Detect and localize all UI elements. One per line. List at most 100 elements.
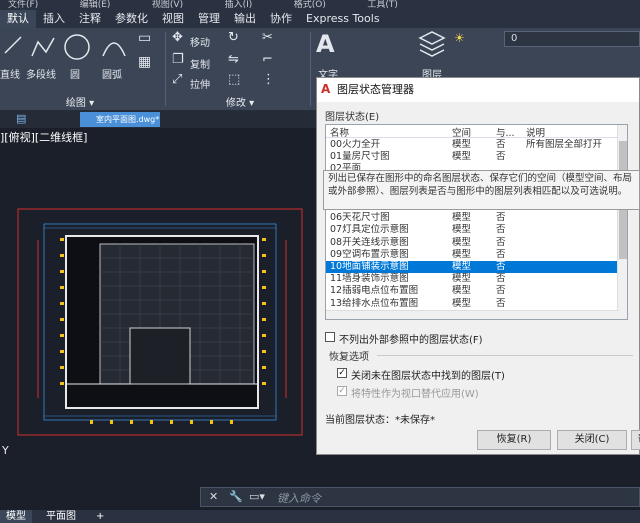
dialog-title-bar[interactable]: A 图层状态管理器 — [317, 78, 639, 102]
row-space: 模型 — [452, 139, 472, 150]
tab-output[interactable]: 输出 — [227, 10, 263, 28]
row-name: 11墙身装饰示意图 — [330, 273, 409, 285]
column-match[interactable]: 与... — [496, 125, 515, 139]
menu-item[interactable]: 编辑(E) — [80, 0, 111, 10]
row-space: 模型 — [452, 261, 472, 272]
layer-properties-icon[interactable] — [418, 30, 446, 58]
column-description[interactable]: 说明 — [526, 125, 545, 139]
layer-states-list[interactable]: 名称 空间 与... 说明 00火力全开 模型否所有图层全部打开 01量房尺寸图 模型… — [325, 124, 628, 320]
row-space: 模型 — [452, 212, 472, 224]
table-row[interactable]: 12插弱电点位布置图 模型 否 — [326, 285, 619, 297]
no-xref-label: 不列出外部参照中的图层状态(F) — [339, 335, 483, 346]
app-menu-icon[interactable]: ▤ — [16, 112, 26, 125]
copy-label[interactable]: 复制 — [190, 56, 210, 71]
text-icon[interactable]: A — [316, 30, 335, 58]
circle-label: 圆 — [70, 70, 80, 81]
table-row[interactable]: 13给排水点位布置图 模型 否 — [326, 298, 619, 310]
row-name: 10地面铺装示意图 — [330, 261, 409, 272]
add-layout-icon[interactable]: + — [90, 510, 110, 523]
close-icon[interactable]: ✕ — [209, 490, 218, 503]
document-tab[interactable]: 室内平面图.dwg* — [80, 112, 160, 127]
stretch-icon[interactable]: ⤢ — [172, 72, 182, 87]
line-label: 直线 — [0, 70, 20, 81]
tab-collaborate[interactable]: 协作 — [263, 10, 299, 28]
tab-model[interactable]: 模型 — [0, 510, 32, 523]
close-button[interactable]: 关闭(C) — [557, 430, 627, 450]
mirror-icon[interactable]: ⇋ — [228, 52, 239, 67]
move-icon[interactable]: ✥ — [172, 30, 183, 45]
table-row[interactable]: 06天花尺寸图 模型 否 — [326, 212, 619, 224]
help-button[interactable]: 帮助(H) — [631, 430, 640, 450]
circle-icon[interactable] — [62, 32, 92, 62]
menu-item[interactable]: 文件(F) — [8, 0, 38, 10]
menu-item[interactable]: 格式(O) — [294, 0, 326, 10]
column-name[interactable]: 名称 — [330, 125, 349, 139]
modify-group-footer[interactable]: 修改 ▾ — [170, 94, 310, 110]
vertical-scrollbar[interactable] — [617, 125, 627, 319]
menu-bar: 文件(F) 编辑(E) 视图(V) 插入(I) 格式(O) 工具(T) — [0, 0, 640, 10]
table-row[interactable]: 09空调布置示意图 模型 否 — [326, 249, 619, 261]
draw-group-footer[interactable]: 绘图 ▾ — [0, 94, 160, 110]
restore-options-section: 恢复选项 — [329, 352, 369, 363]
row-name: 00火力全开 — [330, 139, 381, 150]
table-row[interactable]: 08开关连线示意图 模型 否 — [326, 237, 619, 249]
row-match: 否 — [496, 248, 506, 260]
command-input[interactable]: 键入命令 — [277, 490, 321, 506]
row-name: 13给排水点位布置图 — [330, 297, 419, 309]
tab-insert[interactable]: 插入 — [36, 10, 72, 28]
tab-parametric[interactable]: 参数化 — [108, 10, 155, 28]
rectangle-icon[interactable]: ▭ — [138, 30, 151, 46]
rotate-icon[interactable]: ↻ — [228, 30, 239, 45]
fillet-icon[interactable]: ⌐ — [262, 52, 273, 67]
row-space: 模型 — [452, 151, 472, 163]
menu-item[interactable]: 视图(V) — [152, 0, 183, 10]
row-space: 模型 — [452, 297, 472, 309]
row-match: 否 — [496, 224, 506, 236]
row-match: 否 — [496, 236, 506, 248]
row-match: 否 — [496, 151, 506, 163]
tab-express-tools[interactable]: Express Tools — [299, 10, 387, 28]
tab-manage[interactable]: 管理 — [191, 10, 227, 28]
row-name: 08开关连线示意图 — [330, 236, 409, 248]
layer-dropdown[interactable]: 0 — [504, 31, 640, 47]
polyline-icon[interactable] — [30, 34, 56, 60]
apply-override-label: 将特性作为视口替代应用(W) — [351, 389, 479, 400]
hatch-icon[interactable]: ▦ — [138, 54, 151, 70]
menu-item[interactable]: 插入(I) — [225, 0, 253, 10]
table-row[interactable]: 01量房尺寸图 模型 否 — [326, 151, 619, 163]
move-label[interactable]: 移动 — [190, 34, 210, 49]
autocad-logo-icon: A — [321, 82, 331, 96]
copy-icon[interactable]: ❐ — [172, 52, 184, 67]
command-prompt-icon[interactable]: ▭▾ — [249, 490, 265, 503]
row-description: 所有图层全部打开 — [526, 139, 603, 150]
viewport-label[interactable]: ][俯视][二维线框] — [0, 129, 87, 145]
ribbon-tabs: 默认 插入 注释 参数化 视图 管理 输出 协作 Express Tools — [0, 10, 640, 28]
table-row[interactable]: 11墙身装饰示意图 模型 否 — [326, 273, 619, 285]
tab-layout-plan[interactable]: 平面图 — [40, 510, 82, 523]
table-row[interactable]: 10地面铺装示意图 模型 否 — [326, 261, 619, 274]
tab-annotate[interactable]: 注释 — [72, 10, 108, 28]
row-name: 06天花尺寸图 — [330, 212, 390, 224]
command-line: ✕ 🔧 ▭▾ 键入命令 — [0, 484, 640, 510]
no-xref-checkbox[interactable] — [325, 332, 335, 342]
draw-group: 直线 多段线 圆 圆弧 ▭ ▦ 绘图 ▾ — [0, 28, 160, 110]
restore-button[interactable]: 恢复(R) — [477, 430, 551, 450]
line-icon[interactable] — [2, 34, 24, 56]
tab-default[interactable]: 默认 — [0, 10, 36, 28]
menu-item[interactable]: 工具(T) — [367, 0, 398, 10]
arc-icon[interactable] — [100, 34, 128, 60]
wrench-icon[interactable]: 🔧 — [229, 490, 243, 503]
layer-state-manager-dialog: A 图层状态管理器 图层状态(E) 名称 空间 与... 说明 00火力全开 模型… — [316, 77, 640, 455]
table-row[interactable]: 00火力全开 模型 否 所有图层全部打开 — [326, 139, 619, 151]
horizontal-scrollbar[interactable] — [326, 310, 619, 319]
array-icon[interactable]: ⋮ — [262, 72, 275, 87]
apply-override-checkbox[interactable]: ✓ — [337, 386, 347, 396]
column-space[interactable]: 空间 — [452, 125, 471, 139]
table-row[interactable]: 07灯具定位示意图 模型 否 — [326, 224, 619, 236]
stretch-label[interactable]: 拉伸 — [190, 76, 210, 91]
close-layers-checkbox[interactable]: ✓ — [337, 368, 347, 378]
tab-view[interactable]: 视图 — [155, 10, 191, 28]
trim-icon[interactable]: ✂ — [262, 30, 273, 45]
row-match: 否 — [496, 273, 506, 285]
scale-icon[interactable]: ⬚ — [228, 72, 240, 87]
